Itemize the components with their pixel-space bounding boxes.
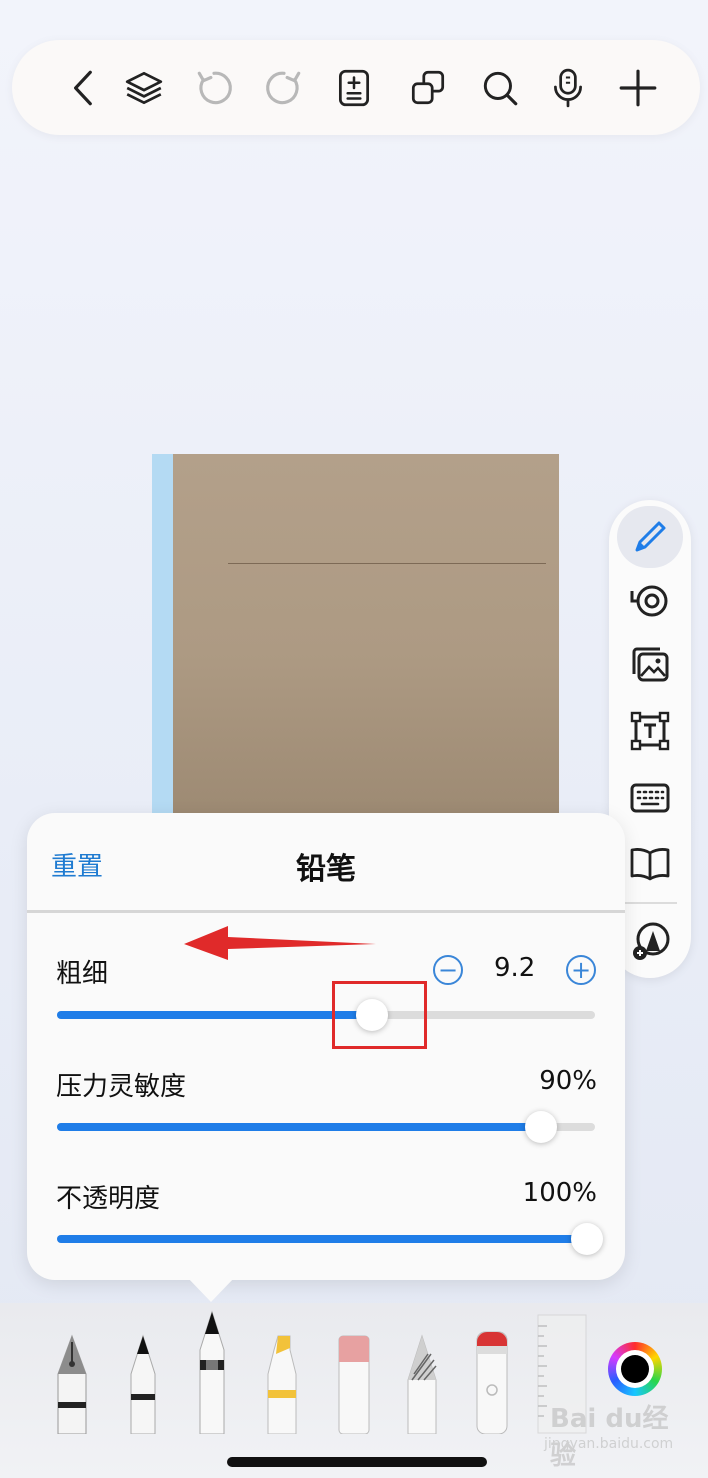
notebook-cover[interactable] bbox=[152, 454, 559, 816]
eraser[interactable] bbox=[336, 1334, 372, 1434]
thickness-decrease-button[interactable]: − bbox=[433, 955, 463, 985]
shapes-tool-button[interactable] bbox=[617, 912, 683, 970]
microphone-icon bbox=[554, 68, 582, 108]
ball-pen[interactable] bbox=[125, 1334, 161, 1434]
pencil[interactable] bbox=[194, 1310, 230, 1434]
opacity-slider-fill bbox=[57, 1235, 595, 1243]
keyboard-icon bbox=[630, 783, 670, 813]
copy-icon bbox=[411, 70, 445, 105]
notebook-cover-face bbox=[173, 454, 559, 816]
add-page-button[interactable] bbox=[328, 62, 380, 114]
side-tool-separator bbox=[623, 902, 677, 904]
book-icon bbox=[630, 848, 670, 881]
shapes-icon bbox=[633, 922, 670, 960]
watermark-logo: Bai du经验 jingyan.baidu.com bbox=[540, 1398, 680, 1471]
highlighter[interactable] bbox=[264, 1334, 300, 1434]
fountain-pen[interactable] bbox=[52, 1334, 92, 1434]
pressure-value: 90% bbox=[539, 1066, 597, 1096]
pressure-slider[interactable] bbox=[57, 1111, 595, 1143]
pattern-pen[interactable] bbox=[404, 1334, 440, 1434]
tape-icon bbox=[630, 585, 668, 617]
image-icon bbox=[632, 647, 669, 682]
layers-button[interactable] bbox=[118, 62, 170, 114]
layers-icon bbox=[125, 71, 163, 105]
panel-pointer bbox=[186, 1276, 236, 1302]
opacity-slider[interactable] bbox=[57, 1223, 603, 1255]
opacity-slider-thumb[interactable] bbox=[571, 1223, 603, 1255]
search-icon bbox=[483, 71, 518, 106]
color-picker-button[interactable] bbox=[608, 1342, 662, 1396]
home-indicator[interactable] bbox=[227, 1457, 487, 1467]
add-button[interactable] bbox=[612, 62, 664, 114]
watermark-text: Bai du经验 bbox=[550, 1404, 669, 1471]
undo-button[interactable] bbox=[188, 62, 240, 114]
undo-icon bbox=[197, 71, 232, 105]
add-icon bbox=[619, 69, 657, 107]
current-color-dot bbox=[621, 1355, 649, 1383]
page-add-icon bbox=[338, 69, 370, 107]
annotation-highlight-box bbox=[332, 981, 427, 1049]
tape-tool-button[interactable] bbox=[617, 570, 683, 628]
copy-button[interactable] bbox=[402, 62, 454, 114]
panel-title: 铅笔 bbox=[296, 852, 356, 887]
thickness-slider[interactable] bbox=[57, 999, 595, 1031]
textbox-icon bbox=[630, 711, 670, 751]
image-tool-button[interactable] bbox=[617, 636, 683, 694]
pressure-slider-fill bbox=[57, 1123, 541, 1131]
watermark-subtext: jingyan.baidu.com bbox=[544, 1436, 674, 1452]
notebook-spine bbox=[152, 454, 173, 816]
annotation-arrow-icon bbox=[184, 926, 376, 960]
thickness-label: 粗细 bbox=[56, 959, 109, 989]
pressure-slider-thumb[interactable] bbox=[525, 1111, 557, 1143]
pencil-settings-panel: 重置 铅笔 粗细 − 9.2 + 压力灵敏度 90% 不透明度 100% bbox=[27, 813, 625, 1280]
thickness-value: 9.2 bbox=[494, 953, 536, 983]
thickness-increase-button[interactable]: + bbox=[566, 955, 596, 985]
pencil-tool-button[interactable] bbox=[617, 506, 683, 568]
textbox-tool-button[interactable] bbox=[617, 702, 683, 760]
pressure-label: 压力灵敏度 bbox=[56, 1072, 187, 1102]
back-icon bbox=[74, 70, 92, 106]
opacity-label: 不透明度 bbox=[56, 1184, 161, 1214]
redo-button[interactable] bbox=[258, 62, 310, 114]
microphone-button[interactable] bbox=[542, 62, 594, 114]
keyboard-tool-button[interactable] bbox=[617, 768, 683, 826]
panel-divider bbox=[27, 910, 625, 913]
opacity-value: 100% bbox=[522, 1178, 597, 1208]
pencil-icon bbox=[635, 521, 666, 552]
thickness-slider-fill bbox=[57, 1011, 372, 1019]
lasso-pen[interactable] bbox=[474, 1330, 510, 1434]
top-toolbar bbox=[12, 40, 700, 135]
search-button[interactable] bbox=[474, 62, 526, 114]
redo-icon bbox=[266, 71, 301, 105]
back-button[interactable] bbox=[58, 62, 110, 114]
notebook-title-line bbox=[228, 563, 546, 564]
book-tool-button[interactable] bbox=[617, 834, 683, 892]
